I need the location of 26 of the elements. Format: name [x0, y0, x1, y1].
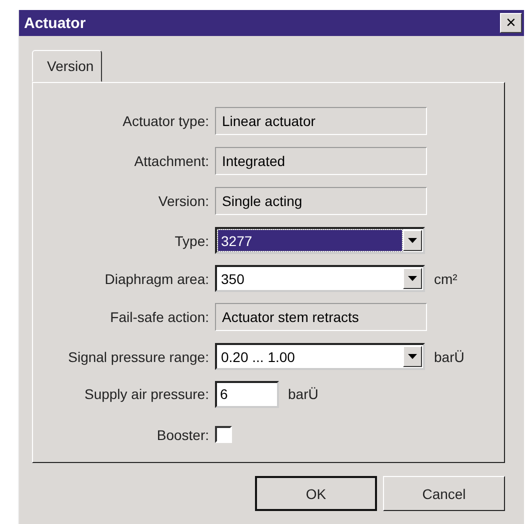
field-label: Signal pressure range: — [67, 348, 210, 364]
readonly-field: Actuator stem retracts — [215, 302, 427, 330]
close-button[interactable]: × — [500, 13, 522, 33]
unit-label: barÜ — [288, 386, 318, 402]
field-label: Version: — [157, 192, 210, 208]
window-title: Actuator — [24, 14, 86, 32]
readonly-field: Linear actuator — [215, 106, 427, 134]
input-field[interactable]: 6 — [215, 380, 279, 408]
readonly-field: Integrated — [215, 146, 427, 174]
field-label: Type: — [174, 232, 210, 248]
dropdown[interactable]: 0.20 ... 1.00 — [215, 343, 425, 370]
dialog-button[interactable]: OK — [255, 476, 377, 511]
field-label: Supply air pressure: — [83, 386, 210, 402]
field-label: Actuator type: — [122, 112, 210, 128]
dialog-button[interactable]: Cancel — [383, 476, 505, 511]
dropdown[interactable]: 350 — [215, 265, 425, 292]
field-label: Booster: — [156, 426, 210, 442]
checkbox[interactable] — [215, 426, 232, 443]
field-label: Attachment: — [133, 152, 210, 168]
unit-label: barÜ — [434, 348, 464, 364]
tab[interactable]: Version — [32, 50, 102, 82]
readonly-field: Single acting — [215, 186, 427, 214]
field-label: Diaphragm area: — [104, 270, 210, 286]
unit-label: cm² — [434, 270, 458, 286]
field-label: Fail-safe action: — [109, 308, 210, 324]
dropdown[interactable]: 3277 — [215, 227, 425, 254]
